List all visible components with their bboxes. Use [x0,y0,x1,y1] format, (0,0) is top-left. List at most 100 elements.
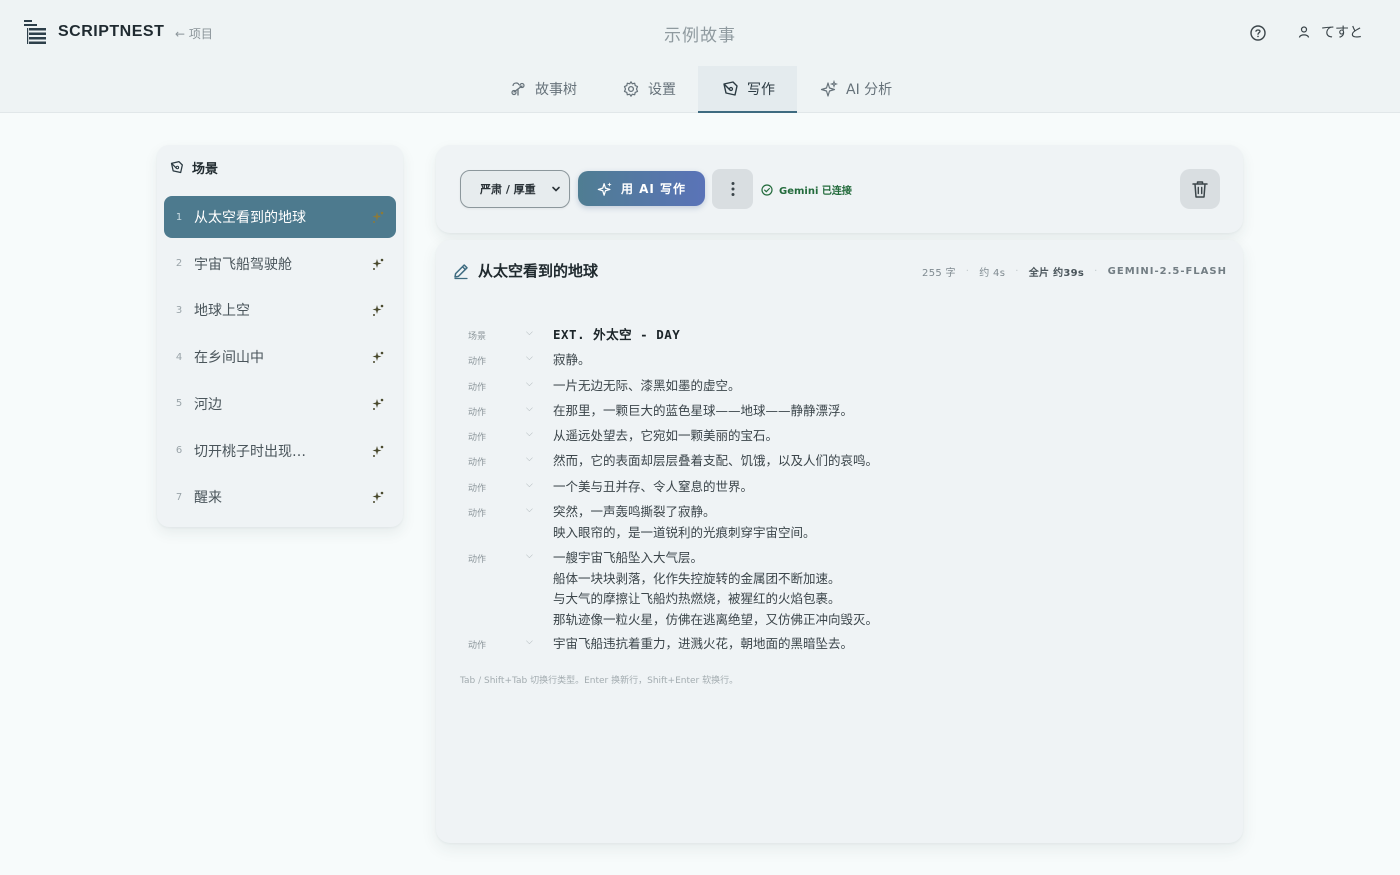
char-count: 255 字 [922,268,956,279]
script-line-action[interactable]: 动作 ⌵ 一片无边无际、漆黑如墨的虚空。 [468,376,741,397]
separator: · [1015,266,1019,277]
line-text[interactable]: 一个美与丑并存、令人窒息的世界。 [553,477,753,498]
scene-item[interactable]: 7 醒来 [164,476,396,518]
scene-item[interactable]: 3 地球上空 [164,289,396,331]
scenes-panel: 场景 1 从太空看到的地球 2 宇宙飞船驾驶舱 3 地球上空 4 在乡间山中 5 河边 6… [157,145,403,527]
status-label: Gemini 已连接 [779,186,852,197]
scene-item[interactable]: 5 河边 [164,383,396,425]
chevron-down-icon[interactable]: ⌵ [526,401,553,414]
user-menu[interactable]: てすと [1297,22,1363,42]
tab-ai-analysis[interactable]: AI 分析 [820,66,892,112]
chevron-down-icon[interactable]: ⌵ [526,477,553,490]
ai-sparkle-icon[interactable] [371,303,385,317]
line-text[interactable]: 然而，它的表面却层层叠着支配、饥饿，以及人们的哀鸣。 [553,451,878,472]
tab-story-tree[interactable]: 故事树 [509,66,577,112]
help-icon[interactable] [1249,24,1267,42]
model-name: GEMINI-2.5-FLASH [1107,266,1227,277]
sparkle-icon [820,80,838,97]
ai-sparkle-icon[interactable] [371,444,385,458]
line-text[interactable]: 在那里，一颗巨大的蓝色星球——地球——静静漂浮。 [553,401,853,422]
line-text[interactable]: 宇宙飞船违抗着重力，进溅火花，朝地面的黑暗坠去。 [553,634,853,655]
chevron-down-icon [552,186,560,192]
ai-sparkle-icon[interactable] [371,257,385,271]
scene-label: 宇宙飞船驾驶舱 [194,256,292,273]
chevron-down-icon[interactable]: ⌵ [526,548,553,561]
tab-bar: 故事树 设置 写作 AI 分析 [0,66,1400,113]
writing-toolbar: 严肃 / 厚重 用 AI 写作 Gemini 已连接 [436,145,1243,233]
more-options-button[interactable] [712,169,753,209]
editor-header: 从太空看到的地球 [452,260,598,281]
scene-item[interactable]: 2 宇宙飞船驾驶舱 [164,243,396,285]
trash-icon [1192,181,1208,198]
line-text[interactable]: 寂静。 [553,350,591,371]
script-line-action[interactable]: 动作 ⌵ 在那里，一颗巨大的蓝色星球——地球——静静漂浮。 [468,401,853,422]
check-circle-icon [761,183,773,196]
more-vertical-icon [731,182,734,196]
scene-label: 河边 [194,396,222,413]
ai-sparkle-icon[interactable] [371,210,385,224]
ai-sparkle-icon[interactable] [371,490,385,504]
scene-number: 4 [175,351,183,363]
tab-settings[interactable]: 设置 [622,66,676,112]
scene-item[interactable]: 6 切开桃子时出现… [164,430,396,472]
scene-item[interactable]: 4 在乡间山中 [164,336,396,378]
tab-label: 故事树 [535,82,577,98]
line-type-label[interactable]: 动作 [468,548,526,565]
scene-title: 从太空看到的地球 [478,262,599,280]
line-type-label[interactable]: 动作 [468,477,526,494]
scene-number: 1 [175,211,183,223]
script-line-action[interactable]: 动作 ⌵ 突然，一声轰鸣撕裂了寂静。 映入眼帘的，是一道锐利的光痕刺穿宇宙空间。 [468,502,816,543]
script-line-action[interactable]: 动作 ⌵ 寂静。 [468,350,591,371]
scene-metadata: 255 字 · 约 4s · 全片 约39s · GEMINI-2.5-FLAS… [922,264,1227,279]
scene-item[interactable]: 1 从太空看到的地球 [164,196,396,238]
ai-sparkle-icon[interactable] [371,397,385,411]
back-to-projects-link[interactable]: ← 项目 [175,25,213,42]
scene-number: 2 [175,258,183,270]
delete-scene-button[interactable] [1180,169,1220,209]
line-text[interactable]: 一片无边无际、漆黑如墨的虚空。 [553,376,741,397]
script-line-action[interactable]: 动作 ⌵ 然而，它的表面却层层叠着支配、饥饿，以及人们的哀鸣。 [468,451,878,472]
scene-label: 醒来 [194,490,222,507]
line-type-label[interactable]: 动作 [468,451,526,468]
scene-duration: 约 4s [979,268,1006,279]
tone-select[interactable]: 严肃 / 厚重 [460,170,570,208]
scenes-title: 场景 [192,162,219,177]
user-icon [1298,26,1310,38]
line-text[interactable]: 突然，一声轰鸣撕裂了寂静。 映入眼帘的，是一道锐利的光痕刺穿宇宙空间。 [553,502,816,543]
separator: · [1094,266,1098,277]
tab-label: 写作 [747,82,775,98]
chevron-down-icon[interactable]: ⌵ [526,502,553,515]
scene-number: 6 [175,445,183,456]
chevron-down-icon[interactable]: ⌵ [526,634,553,647]
line-text[interactable]: 从遥远处望去，它宛如一颗美丽的宝石。 [553,426,778,447]
script-line-action[interactable]: 动作 ⌵ 一艘宇宙飞船坠入大气层。 船体一块块剥落，化作失控旋转的金属团不断加速。 … [468,548,878,630]
scene-label: 地球上空 [194,303,250,320]
script-line-action[interactable]: 动作 ⌵ 宇宙飞船违抗着重力，进溅火花，朝地面的黑暗坠去。 [468,634,853,655]
chevron-down-icon[interactable]: ⌵ [526,451,553,464]
line-type-label[interactable]: 动作 [468,350,526,367]
line-text[interactable]: 一艘宇宙飞船坠入大气层。 船体一块块剥落，化作失控旋转的金属团不断加速。 与大气… [553,548,878,630]
line-type-label[interactable]: 场景 [468,325,526,342]
script-line-action[interactable]: 动作 ⌵ 一个美与丑并存、令人窒息的世界。 [468,477,753,498]
chevron-down-icon[interactable]: ⌵ [526,350,553,363]
ai-sparkle-icon[interactable] [371,350,385,364]
line-type-label[interactable]: 动作 [468,634,526,651]
tab-writing[interactable]: 写作 [698,66,797,113]
chevron-down-icon[interactable]: ⌵ [526,376,553,389]
scene-number: 3 [175,304,183,316]
ai-write-button[interactable]: 用 AI 写作 [578,171,705,206]
line-text[interactable]: EXT. 外太空 - DAY [553,325,680,346]
chevron-down-icon[interactable]: ⌵ [526,325,553,338]
script-line-scene-heading[interactable]: 场景 ⌵ EXT. 外太空 - DAY [468,325,680,346]
scene-label: 从太空看到的地球 [194,210,306,226]
script-line-action[interactable]: 动作 ⌵ 从遥远处望去，它宛如一颗美丽的宝石。 [468,426,778,447]
line-type-label[interactable]: 动作 [468,376,526,393]
line-type-label[interactable]: 动作 [468,401,526,418]
line-type-label[interactable]: 动作 [468,426,526,443]
tab-label: 设置 [648,82,676,98]
total-duration: 全片 约39s [1028,268,1085,279]
line-type-label[interactable]: 动作 [468,502,526,519]
brand[interactable]: SCRIPTNEST [24,19,164,45]
scenes-header: 场景 [169,158,218,177]
chevron-down-icon[interactable]: ⌵ [526,426,553,439]
